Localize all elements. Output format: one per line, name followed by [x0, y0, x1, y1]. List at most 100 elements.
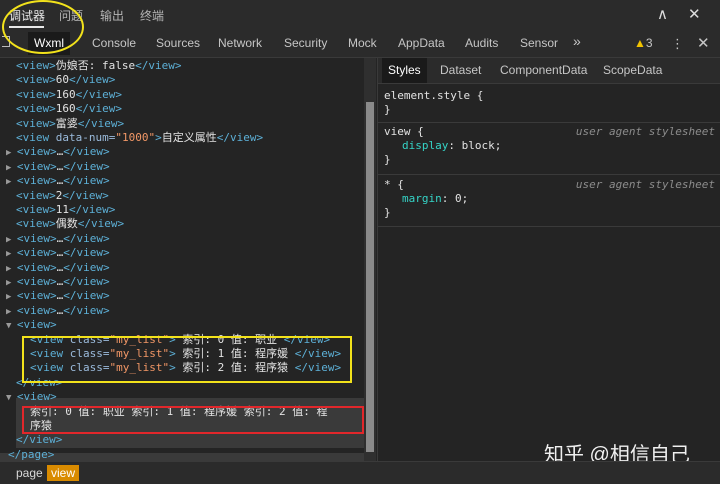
- expand-arrow-icon[interactable]: ▶: [6, 235, 17, 245]
- collapse-panel-icon[interactable]: ∧: [657, 5, 668, 23]
- wxml-node-line[interactable]: ▼ <view>: [6, 390, 57, 404]
- node-markup: </view>: [77, 116, 125, 130]
- wxml-node-line[interactable]: ▼ <view>: [6, 318, 57, 332]
- css-value-zero: 0;: [455, 192, 469, 205]
- node-markup: "1000": [115, 131, 156, 144]
- collapse-arrow-icon[interactable]: ▼: [6, 321, 17, 331]
- node-markup: </view>: [16, 433, 63, 447]
- tab-wxml[interactable]: Wxml: [28, 32, 70, 55]
- wxml-node-line[interactable]: ▶ <view>…</view>: [6, 275, 110, 289]
- node-markup: <view>: [16, 275, 57, 288]
- wxml-node-line[interactable]: ▶ <view>…</view>: [6, 160, 110, 174]
- top-tab-terminal[interactable]: 终端: [140, 7, 164, 24]
- wxml-node-line[interactable]: <view data-num="1000">自定义属性</view>: [16, 131, 263, 145]
- node-markup: </view>: [63, 159, 110, 173]
- node-markup: <view>: [16, 174, 57, 188]
- universal-rule: * { user agent stylesheet margin: 0; }: [378, 174, 720, 227]
- expand-arrow-icon[interactable]: ▶: [6, 148, 17, 158]
- universal-selector[interactable]: * {: [384, 178, 404, 192]
- tab-sources[interactable]: Sources: [156, 36, 200, 50]
- wxml-node-line[interactable]: ▶ <view>…</view>: [6, 304, 110, 318]
- element-style-selector[interactable]: element.style {: [384, 89, 483, 103]
- wxml-node-line[interactable]: ▶ <view>…</view>: [6, 174, 110, 188]
- node-markup: </view>: [75, 87, 122, 101]
- tab-security[interactable]: Security: [284, 36, 327, 50]
- node-markup: </view>: [63, 231, 110, 245]
- node-text: 160: [55, 87, 76, 101]
- tab-scopedata[interactable]: ScopeData: [603, 63, 662, 77]
- wxml-node-line[interactable]: ▶ <view>…</view>: [6, 261, 110, 275]
- tab-appdata[interactable]: AppData: [398, 36, 445, 50]
- node-markup: <view>: [16, 318, 57, 332]
- node-markup: </view>: [75, 102, 122, 116]
- wxml-node-line[interactable]: ▶ <view>…</view>: [6, 289, 110, 303]
- tab-mock[interactable]: Mock: [348, 36, 377, 50]
- wxml-node-line[interactable]: <view>富婆</view>: [16, 117, 124, 131]
- wxml-node-line[interactable]: </view>: [16, 433, 62, 447]
- css-property-margin: margin: [402, 192, 442, 205]
- wxml-node-line[interactable]: </page>: [8, 448, 54, 461]
- tab-componentdata[interactable]: ComponentData: [500, 63, 587, 77]
- selected-node-highlight-2: [0, 453, 364, 461]
- top-tab-debugger[interactable]: 调试器: [9, 7, 45, 24]
- tab-styles[interactable]: Styles: [382, 58, 427, 83]
- wxml-node-line[interactable]: <view>60</view>: [16, 73, 115, 87]
- node-markup: <view>: [16, 303, 57, 317]
- tabs-overflow-icon[interactable]: »: [573, 33, 581, 49]
- node-markup: <view>: [16, 73, 56, 87]
- wxml-node-line[interactable]: <view>偶数</view>: [16, 217, 124, 231]
- top-tab-problems[interactable]: 问题: [59, 7, 83, 24]
- expand-arrow-icon[interactable]: ▶: [6, 264, 17, 274]
- node-markup: <view>: [16, 289, 57, 303]
- expand-arrow-icon[interactable]: ▶: [6, 278, 17, 288]
- warning-count: 3: [645, 36, 653, 50]
- css-property-display: display: [402, 139, 449, 152]
- close-panel-icon[interactable]: ✕: [688, 5, 701, 23]
- view-selector[interactable]: view {: [384, 125, 424, 139]
- scrollbar-thumb[interactable]: [366, 102, 374, 452]
- breadcrumb-view[interactable]: view: [47, 465, 80, 481]
- node-markup: </view>: [63, 174, 110, 188]
- wxml-node-line[interactable]: <view>2</view>: [16, 189, 109, 203]
- wxml-tree-panel[interactable]: <view>伪娘否: false</view> <view>60</view> <v…: [0, 58, 364, 461]
- wxml-node-line[interactable]: ▶ <view>…</view>: [6, 232, 110, 246]
- breadcrumb-page[interactable]: page: [12, 465, 47, 481]
- wxml-node-line[interactable]: <view>11</view>: [16, 203, 115, 217]
- node-markup: </view>: [63, 246, 110, 260]
- node-text: 自定义属性: [161, 131, 217, 144]
- wxml-node-line[interactable]: <view>160</view>: [16, 102, 122, 116]
- tab-sensor[interactable]: Sensor: [520, 36, 558, 50]
- wxml-node-line[interactable]: <view>伪娘否: false</view>: [16, 59, 181, 73]
- node-markup: <view>: [16, 59, 56, 72]
- node-text: 偶数: [55, 217, 78, 231]
- tab-network[interactable]: Network: [218, 36, 262, 50]
- close-devtools-icon[interactable]: ✕: [697, 34, 710, 52]
- node-text: 伪娘否: false: [55, 59, 136, 72]
- wxml-scrollbar[interactable]: [364, 58, 376, 461]
- inspect-element-icon[interactable]: [2, 36, 10, 47]
- expand-arrow-icon[interactable]: ▶: [6, 292, 17, 302]
- user-agent-source: user agent stylesheet: [575, 125, 715, 138]
- tab-dataset[interactable]: Dataset: [440, 63, 481, 77]
- tab-console[interactable]: Console: [92, 36, 136, 50]
- rule-close-brace: }: [384, 103, 391, 116]
- expand-arrow-icon[interactable]: ▶: [6, 249, 17, 259]
- warning-badge[interactable]: ▲3: [634, 36, 653, 50]
- node-markup: </view>: [63, 260, 110, 274]
- wxml-node-line[interactable]: ▶ <view>…</view>: [6, 246, 110, 260]
- node-markup: <view>: [16, 390, 57, 404]
- universal-rule-declaration[interactable]: margin: 0;: [402, 192, 468, 206]
- collapse-arrow-icon[interactable]: ▼: [6, 393, 17, 403]
- expand-arrow-icon[interactable]: ▶: [6, 177, 17, 187]
- node-text: 60: [55, 73, 69, 87]
- tab-audits[interactable]: Audits: [465, 36, 498, 50]
- expand-arrow-icon[interactable]: ▶: [6, 163, 17, 173]
- expand-arrow-icon[interactable]: ▶: [6, 307, 17, 317]
- wxml-node-line[interactable]: ▶ <view>…</view>: [6, 145, 110, 159]
- red-box-annotation: [22, 406, 364, 434]
- wxml-node-line[interactable]: <view>160</view>: [16, 88, 122, 102]
- view-rule-declaration[interactable]: display: block;: [402, 139, 501, 153]
- node-markup: <view: [16, 131, 56, 144]
- top-tab-output[interactable]: 输出: [100, 7, 124, 24]
- more-options-icon[interactable]: ⋮: [671, 36, 684, 52]
